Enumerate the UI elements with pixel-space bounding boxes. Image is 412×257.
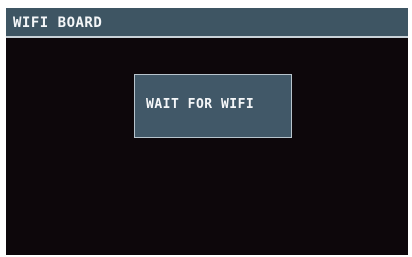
status-dialog: WAIT FOR WIFI [134,74,292,138]
title-bar: WIFI BOARD [6,8,408,38]
status-message: WAIT FOR WIFI [146,97,255,112]
display-screen: WIFI BOARD WAIT FOR WIFI [6,8,408,255]
window-title: WIFI BOARD [13,15,103,31]
